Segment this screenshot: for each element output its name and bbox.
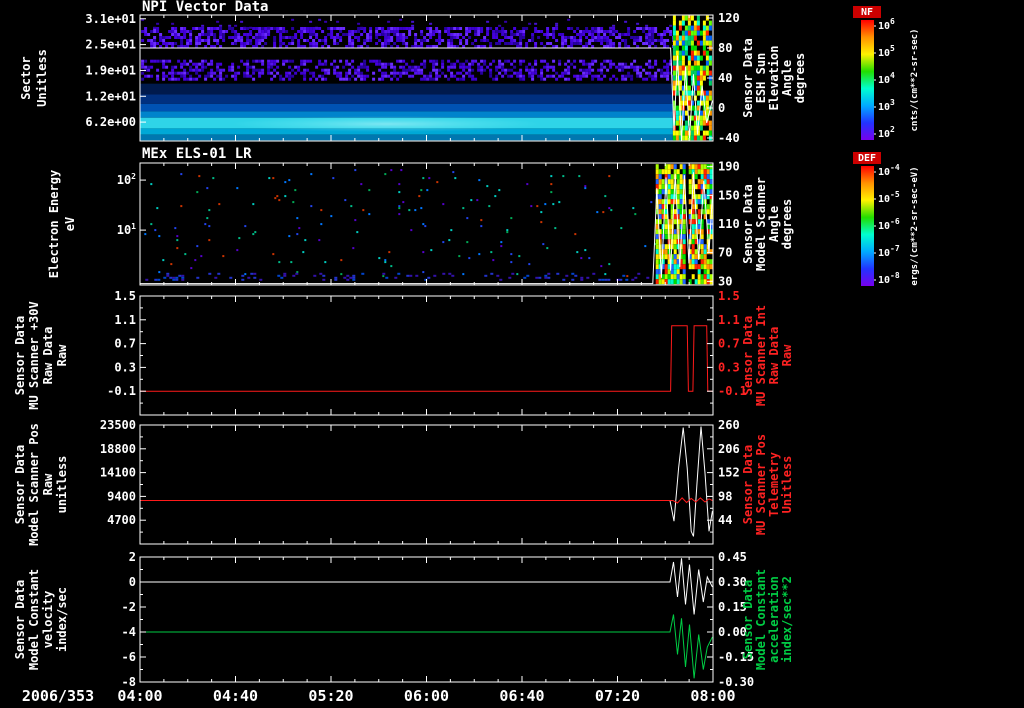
left-axis-label-line: Sensor Data (13, 445, 27, 524)
x-tick-label: 05:20 (308, 687, 353, 705)
left-axis-label-line: index/sec (55, 587, 69, 652)
right-axis-label-line: ESH Sun (754, 53, 768, 104)
x-tick-label: 06:00 (404, 687, 449, 705)
left-tick-label: 1.1 (114, 313, 136, 327)
left-axis-label-line: MU Scanner +30V (27, 301, 41, 409)
left-tick-label: 0.7 (114, 337, 136, 351)
right-axis-label-line: Sensor Data (741, 445, 755, 524)
left-tick-label: 23500 (100, 418, 136, 432)
right-axis-label-line: Angle (767, 206, 781, 242)
panel-title-els: MEx ELS-01 LR (142, 146, 252, 162)
right-tick-label: 206 (718, 442, 740, 456)
right-tick-label: 0.45 (718, 550, 747, 564)
left-tick-label: 3.1e+01 (85, 12, 136, 26)
right-axis-label-line: Model Scanner (754, 177, 768, 271)
left-axis-label-line: Unitless (35, 49, 49, 107)
left-axis-label-line: eV (63, 217, 77, 231)
x-tick-label: 06:40 (499, 687, 544, 705)
right-tick-label: 120 (718, 11, 740, 25)
right-axis-label-line: Unitless (780, 456, 794, 514)
right-axis-label-line: Model Constant (754, 569, 768, 670)
left-axis-label-line: Sensor Data (13, 316, 27, 395)
left-axis-label-line: Raw Data (41, 327, 55, 385)
spectro-region-glow (231, 115, 542, 133)
right-axis-label-line: index/sec**2 (780, 576, 794, 663)
left-tick-label: 9400 (107, 489, 136, 503)
right-axis-label-line: degrees (780, 199, 794, 250)
left-tick-label: -0.1 (107, 384, 136, 398)
left-tick-label: 4700 (107, 513, 136, 527)
nf-colorbar-unit: cnts/(cm**2-sr-sec) (910, 29, 920, 132)
left-axis-label-line: Raw (55, 344, 69, 366)
right-axis-label-line: Elevation (767, 45, 781, 110)
right-axis-label-line: Raw Data (767, 327, 781, 385)
right-axis-label-line: MU Scanner Int (754, 305, 768, 406)
left-tick-label: -4 (122, 625, 136, 639)
right-tick-label: 80 (718, 41, 732, 55)
right-axis-label-line: Raw (780, 344, 794, 366)
right-tick-label: 260 (718, 418, 740, 432)
left-tick-label: 0 (129, 575, 136, 589)
left-axis-label-line: Sector (19, 56, 33, 99)
left-tick-label: 2.5e+01 (85, 38, 136, 52)
x-tick-label: 04:40 (213, 687, 258, 705)
left-axis-label-line: Model Constant (27, 569, 41, 670)
left-tick-label: 1.2e+01 (85, 89, 136, 103)
left-axis-label-line: Model Scanner Pos (27, 423, 41, 546)
x-tick-label: 07:20 (595, 687, 640, 705)
right-tick-label: 0.3 (718, 360, 740, 374)
nf-colorbar-title: NF (861, 7, 873, 18)
left-axis-label-line: Raw (41, 473, 55, 495)
screen: 3.1e+01 2.5e+01 1.9e+01 1.2e+01 6.2e+00 120 80… (0, 0, 1024, 708)
left-tick-label: -6 (122, 650, 136, 664)
left-tick-label: 18800 (100, 442, 136, 456)
x-tick-label: 08:00 (690, 687, 735, 705)
right-tick-label: 190 (718, 160, 740, 174)
left-tick-label: 6.2e+00 (85, 115, 136, 129)
left-axis-label-line: Sensor Data (13, 580, 27, 659)
date-label: 2006/353 (22, 687, 94, 705)
x-tick-label: 04:00 (117, 687, 162, 705)
left-tick-label: 2 (129, 550, 136, 564)
right-tick-label: 1.5 (718, 289, 740, 303)
right-tick-label: 152 (718, 466, 740, 480)
right-tick-label: 150 (718, 188, 740, 202)
left-axis-label-line: velocity (41, 591, 55, 649)
right-tick-label: 1.1 (718, 313, 740, 327)
right-tick-label: 0.7 (718, 337, 740, 351)
left-tick-label: 1.9e+01 (85, 63, 136, 77)
left-axis-label-line: Electron Energy (47, 170, 61, 278)
panel-title-npi: NPI Vector Data (142, 0, 268, 15)
right-axis-label-line: Sensor Data (741, 580, 755, 659)
right-tick-label: 70 (718, 246, 732, 260)
left-axis-label-line: unitless (55, 456, 69, 514)
right-axis-label-line: Telemetry (767, 452, 781, 517)
right-tick-label: 110 (718, 217, 740, 231)
left-tick-label: 1.5 (114, 289, 136, 303)
right-tick-label: 44 (718, 513, 732, 527)
right-tick-label: -40 (718, 131, 740, 145)
right-tick-label: 98 (718, 489, 732, 503)
right-axis-label-line: MU Scanner Pos (754, 434, 768, 535)
right-axis-label-line: Sensor Data (741, 316, 755, 395)
right-axis-label-line: Sensor Data (741, 184, 755, 263)
right-axis-label-line: Sensor Data (741, 38, 755, 117)
plot-figure: 3.1e+01 2.5e+01 1.9e+01 1.2e+01 6.2e+00 120 80… (0, 0, 1024, 708)
def-colorbar-unit: ergs/(cm**2-sr-sec-eV) (910, 166, 920, 285)
right-tick-label: 0 (718, 101, 725, 115)
right-tick-label: 30 (718, 274, 732, 288)
left-tick-label: -2 (122, 600, 136, 614)
def-colorbar-title: DEF (858, 153, 876, 164)
left-tick-label: 14100 (100, 466, 136, 480)
right-axis-label-line: degrees (793, 53, 807, 104)
right-axis-label-line: acceleration (767, 576, 781, 663)
left-tick-label: 0.3 (114, 360, 136, 374)
right-tick-label: 40 (718, 71, 732, 85)
right-axis-label-line: Angle (780, 60, 794, 96)
